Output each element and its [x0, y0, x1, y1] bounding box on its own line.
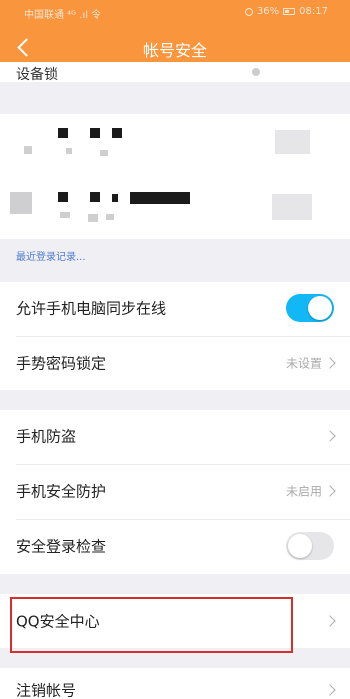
redacted-block: [66, 148, 72, 154]
redacted-block: [58, 192, 68, 202]
page-title: 帐号安全: [142, 41, 207, 60]
redacted-block: [58, 128, 68, 138]
phone-protection-row[interactable]: 手机安全防护 未启用: [0, 465, 350, 517]
phone-protection-label: 手机安全防护: [16, 482, 107, 501]
redacted-block: [106, 214, 114, 220]
login-check-label: 安全登录检查: [16, 537, 107, 556]
redacted-block: [272, 194, 312, 220]
redacted-block: [100, 150, 108, 156]
gesture-lock-label: 手势密码锁定: [16, 354, 107, 373]
security-group: 手机防盗 手机安全防护 未启用 安全登录检查: [0, 410, 350, 574]
chevron-right-icon: [324, 430, 336, 442]
account-list: [0, 114, 350, 239]
status-bar: 中国联通 ⁴ᴳ .ıl 令 36% 08:17: [0, 0, 350, 24]
redacted-block: [10, 192, 32, 214]
redacted-block: [24, 146, 32, 154]
battery-percent: 36%: [256, 6, 280, 17]
device-lock-label: 设备锁: [16, 67, 58, 82]
sync-group: 允许手机电脑同步在线 手势密码锁定 未设置: [0, 282, 350, 390]
cancel-account-label: 注销帐号: [16, 681, 77, 699]
status-dot: [252, 68, 260, 76]
chevron-right-icon: [324, 485, 336, 497]
status-right: 36% 08:17: [244, 6, 328, 17]
redacted-block: [88, 214, 98, 222]
login-check-row[interactable]: 安全登录检查: [0, 520, 350, 572]
cancel-account-row[interactable]: 注销帐号: [0, 668, 350, 699]
redacted-block: [275, 130, 310, 154]
device-lock-row-partial[interactable]: 设备锁: [0, 62, 350, 82]
chevron-right-icon: [324, 615, 336, 627]
redacted-block: [112, 194, 118, 202]
phone-protection-value: 未启用: [285, 484, 322, 499]
anti-theft-row[interactable]: 手机防盗: [0, 410, 350, 462]
alarm-icon: [244, 7, 253, 16]
gesture-lock-row[interactable]: 手势密码锁定 未设置: [0, 337, 350, 389]
chevron-right-icon: [324, 357, 336, 369]
redacted-block: [60, 212, 70, 218]
sync-online-label: 允许手机电脑同步在线: [16, 299, 167, 318]
redacted-block: [90, 192, 100, 202]
clock: 08:17: [299, 6, 328, 17]
sync-online-toggle[interactable]: [286, 294, 334, 322]
gesture-lock-value: 未设置: [285, 356, 322, 371]
redacted-block: [130, 192, 190, 204]
login-check-toggle[interactable]: [286, 532, 334, 560]
battery-icon: [283, 8, 296, 15]
redacted-block: [112, 128, 122, 138]
cancel-account-group: 注销帐号: [0, 668, 350, 699]
toggle-knob: [288, 534, 312, 558]
anti-theft-label: 手机防盗: [16, 427, 77, 446]
highlight-box: [10, 597, 293, 653]
sync-online-row[interactable]: 允许手机电脑同步在线: [0, 282, 350, 334]
redacted-block: [90, 128, 100, 138]
recent-login-link[interactable]: 最近登录记录...: [16, 248, 86, 263]
chevron-right-icon: [324, 684, 336, 696]
toggle-knob: [308, 296, 332, 320]
carrier-text: 中国联通 ⁴ᴳ .ıl 令: [24, 10, 102, 21]
